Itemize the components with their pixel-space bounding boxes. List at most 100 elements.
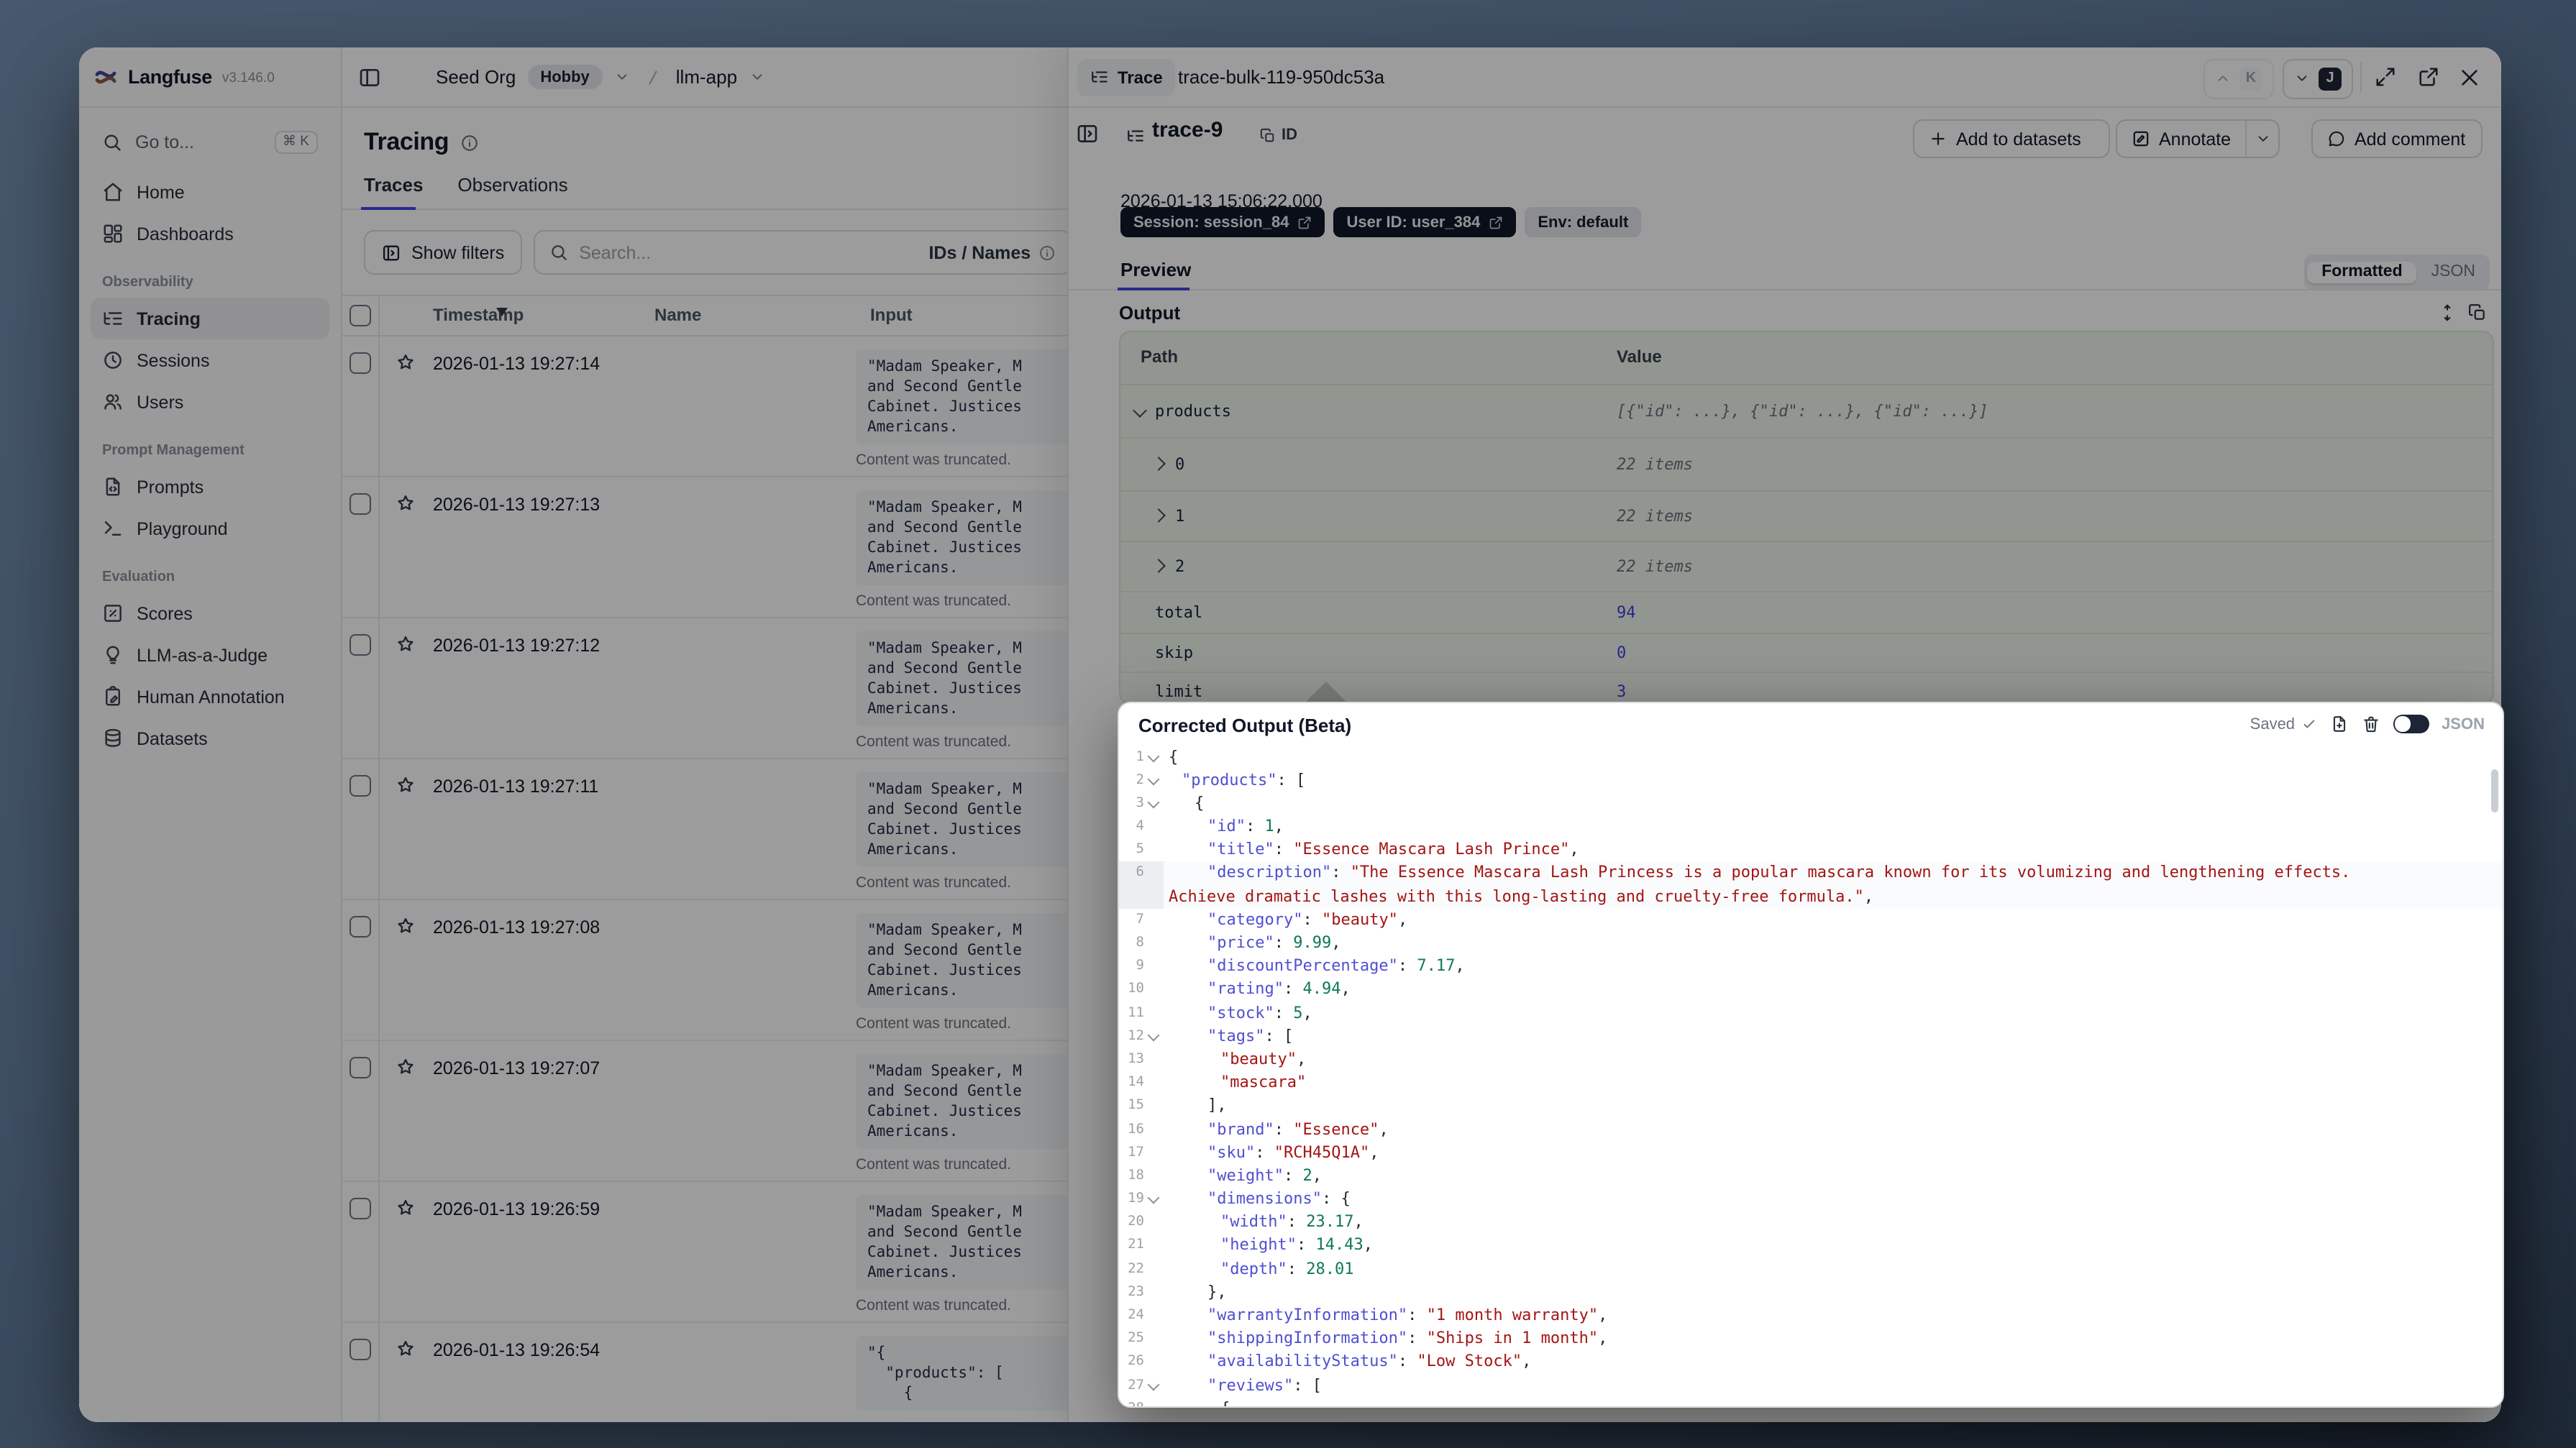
sidebar-item-datasets[interactable]: Datasets (91, 718, 329, 759)
sidebar-item-dashboards[interactable]: Dashboards (91, 213, 329, 255)
code-line[interactable]: 1{ (1118, 746, 2502, 769)
format-formatted[interactable]: Formatted (2307, 261, 2417, 283)
star-icon[interactable] (396, 1339, 416, 1359)
column-name[interactable]: Name (654, 305, 701, 325)
code-line[interactable]: 18 "weight": 2, (1118, 1165, 2502, 1188)
sidebar-item-llm-as-a-judge[interactable]: LLM-as-a-Judge (91, 634, 329, 676)
apply-diff-icon[interactable] (2329, 715, 2348, 733)
json-editor[interactable]: 1{2 "products": [3{4 "id": 1, 5 "title": "Es… (1118, 746, 2502, 1406)
tab-observations[interactable]: Observations (457, 171, 567, 209)
chevron-down-icon[interactable] (614, 69, 630, 85)
copy-icon[interactable] (2468, 303, 2487, 322)
badge-session[interactable]: Session: session_84 (1120, 207, 1325, 237)
code-line[interactable]: 9 "discountPercentage": 7.17, (1118, 955, 2502, 978)
plan-badge[interactable]: Hobby (527, 65, 603, 89)
star-icon[interactable] (396, 352, 416, 372)
collapse-panel-icon[interactable] (1076, 122, 1099, 145)
star-icon[interactable] (396, 775, 416, 795)
fold-chevron-icon[interactable] (1144, 769, 1163, 792)
prev-trace-button[interactable]: K (2203, 58, 2274, 98)
star-icon[interactable] (396, 1198, 416, 1218)
resize-handle[interactable] (1305, 682, 1348, 703)
code-line[interactable]: 12 "tags": [ (1118, 1025, 2502, 1048)
output-row[interactable]: total 94 (1120, 591, 2493, 633)
sidebar-item-users[interactable]: Users (91, 381, 329, 423)
sidebar-item-human-annotation[interactable]: Human Annotation (91, 676, 329, 718)
row-checkbox[interactable] (350, 1057, 371, 1078)
sidebar-item-scores[interactable]: Scores (91, 592, 329, 634)
star-icon[interactable] (396, 916, 416, 936)
tab-traces[interactable]: Traces (364, 171, 423, 209)
format-json[interactable]: JSON (2420, 261, 2487, 283)
goto-search[interactable]: Go to... ⌘ K (91, 121, 329, 162)
code-line[interactable]: 5 "title": "Essence Mascara Lash Prince", (1118, 839, 2502, 862)
code-line[interactable]: 6 "description": "The Essence Mascara Las… (1118, 861, 2502, 886)
output-row[interactable]: 0 22 items (1120, 437, 2493, 490)
trash-icon[interactable] (2361, 715, 2380, 733)
annotate-button[interactable]: Annotate (2117, 121, 2247, 157)
code-line[interactable]: 25 "shippingInformation": "Ships in 1 mon… (1118, 1327, 2502, 1350)
info-icon[interactable] (460, 133, 479, 152)
row-checkbox[interactable] (350, 1339, 371, 1360)
fold-chevron-icon[interactable] (1144, 1398, 1163, 1406)
code-line[interactable]: 22 "depth": 28.01 (1118, 1257, 2502, 1280)
code-line[interactable]: 27 "reviews": [ (1118, 1374, 2502, 1397)
chevron-down-icon[interactable] (749, 69, 764, 85)
add-to-datasets-button[interactable]: Add to datasets (1913, 119, 2110, 158)
add-comment-button[interactable]: Add comment (2311, 119, 2483, 158)
badge-env[interactable]: Env: default (1525, 207, 1642, 237)
code-line[interactable]: Achieve dramatic lashes with this long-l… (1118, 885, 2502, 909)
select-all-checkbox[interactable] (350, 305, 371, 326)
star-icon[interactable] (396, 634, 416, 654)
code-line[interactable]: 21 "height": 14.43, (1118, 1234, 2502, 1257)
row-checkbox[interactable] (350, 775, 371, 797)
code-line[interactable]: 3{ (1118, 792, 2502, 815)
badge-user-id[interactable]: User ID: user_384 (1333, 207, 1517, 237)
code-line[interactable]: 2 "products": [ (1118, 769, 2502, 792)
show-filters-button[interactable]: Show filters (364, 230, 522, 275)
tab-preview[interactable]: Preview (1120, 259, 1191, 280)
next-trace-button[interactable]: J (2283, 58, 2353, 98)
sidebar-toggle-icon[interactable] (358, 65, 381, 88)
search-input[interactable]: Search... IDs / Names (533, 230, 1072, 275)
fold-chevron-icon[interactable] (1144, 1025, 1163, 1048)
code-line[interactable]: 11 "stock": 5, (1118, 1002, 2502, 1025)
json-toggle[interactable] (2393, 714, 2429, 734)
fold-chevron-icon[interactable] (1144, 746, 1163, 769)
code-line[interactable]: 19 "dimensions": { (1118, 1188, 2502, 1211)
sidebar-item-tracing[interactable]: Tracing (91, 298, 329, 339)
code-line[interactable]: 8 "price": 9.99, (1118, 932, 2502, 955)
code-line[interactable]: 16 "brand": "Essence", (1118, 1118, 2502, 1141)
code-line[interactable]: 24 "warrantyInformation": "1 month warran… (1118, 1304, 2502, 1327)
output-row[interactable]: 1 22 items (1120, 490, 2493, 541)
row-checkbox[interactable] (350, 352, 371, 374)
sort-desc-icon[interactable] (496, 308, 508, 316)
code-line[interactable]: 7 "category": "beauty", (1118, 909, 2502, 932)
output-row[interactable]: products [{"id": ...}, {"id": ...}, {"id"… (1120, 384, 2493, 437)
code-line[interactable]: 28 { (1118, 1398, 2502, 1406)
output-row[interactable]: skip 0 (1120, 633, 2493, 672)
sidebar-item-sessions[interactable]: Sessions (91, 339, 329, 381)
trace-type-chip[interactable]: Trace (1077, 58, 1176, 96)
open-in-new-icon[interactable] (2418, 66, 2439, 88)
code-line[interactable]: 14 "mascara" (1118, 1071, 2502, 1094)
breadcrumb-project[interactable]: llm-app (676, 66, 737, 88)
expand-vertical-icon[interactable] (2438, 303, 2457, 322)
chevron-right-icon[interactable] (1151, 457, 1166, 471)
output-row[interactable]: 2 22 items (1120, 541, 2493, 591)
chevron-right-icon[interactable] (1151, 559, 1166, 573)
row-checkbox[interactable] (350, 634, 371, 656)
code-line[interactable]: 23}, (1118, 1281, 2502, 1304)
chevron-down-icon[interactable] (1133, 403, 1147, 418)
sidebar-item-prompts[interactable]: Prompts (91, 466, 329, 508)
breadcrumb-org[interactable]: Seed Org (436, 66, 516, 88)
code-line[interactable]: 13 "beauty", (1118, 1048, 2502, 1071)
code-line[interactable]: 15], (1118, 1095, 2502, 1118)
row-checkbox[interactable] (350, 493, 371, 515)
close-icon[interactable] (2458, 65, 2481, 88)
code-line[interactable]: 17 "sku": "RCH45Q1A", (1118, 1141, 2502, 1164)
sidebar-item-playground[interactable]: Playground (91, 508, 329, 549)
column-timestamp[interactable]: Timestamp (433, 305, 524, 325)
row-checkbox[interactable] (350, 1198, 371, 1219)
sidebar-item-home[interactable]: Home (91, 171, 329, 213)
